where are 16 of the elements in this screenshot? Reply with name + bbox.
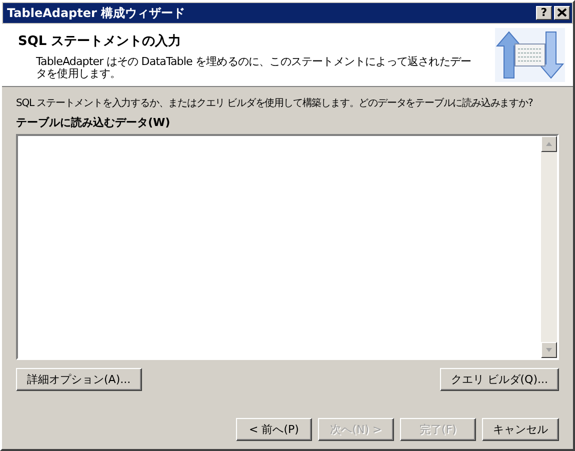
close-button[interactable] [554, 6, 570, 20]
window-title: TableAdapter 構成ウィザード [7, 4, 186, 22]
wizard-button[interactable]: < 前へ(P) [236, 418, 312, 441]
page-title: SQL ステートメントの入力 [18, 32, 182, 50]
scroll-up-icon[interactable] [541, 136, 557, 152]
scrollbar[interactable] [541, 136, 557, 358]
query-builder-button[interactable]: クエリ ビルダ(Q)... [440, 368, 559, 391]
page-description: TableAdapter はその DataTable を埋めるのに、このステートメントによって返されたデータを使用します。 [36, 56, 472, 80]
scroll-down-icon[interactable] [541, 342, 557, 358]
data-transfer-icon [495, 28, 565, 82]
help-button[interactable]: ? [536, 6, 552, 20]
field-label: テーブルに読み込むデータ(W) [16, 115, 172, 130]
instructions: SQL ステートメントを入力するか、またはクエリ ビルダを使用して構築します。どのデータをテーブルに読み込みますか? [16, 97, 533, 111]
sql-input-field[interactable] [16, 134, 559, 360]
wizard-button[interactable]: キャンセル [482, 418, 559, 441]
advanced-options-button[interactable]: 詳細オプション(A)... [16, 368, 142, 391]
